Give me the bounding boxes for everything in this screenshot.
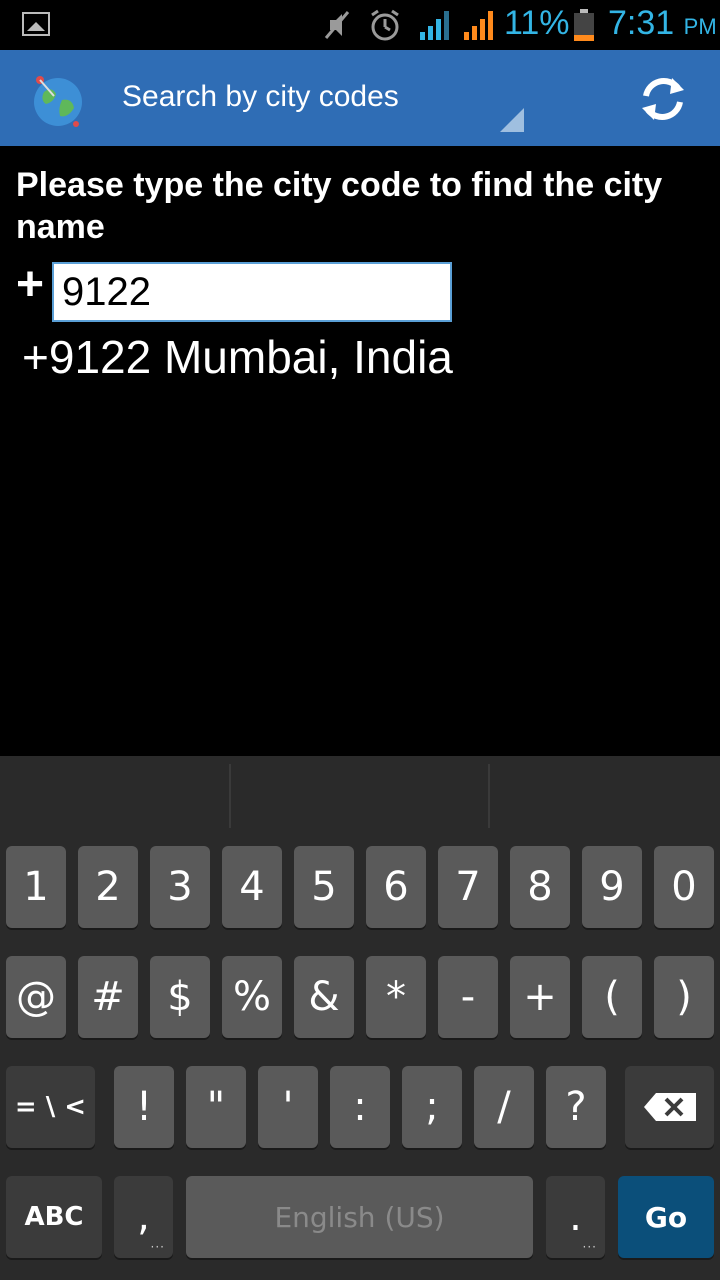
- key-left-paren[interactable]: (: [582, 956, 642, 1038]
- key-dollar[interactable]: $: [150, 956, 210, 1038]
- search-result: +9122 Mumbai, India: [22, 331, 453, 383]
- key-2[interactable]: 2: [78, 846, 138, 928]
- key-abc[interactable]: ABC: [6, 1176, 102, 1258]
- key-0[interactable]: 0: [654, 846, 714, 928]
- key-comma[interactable]: , ···: [114, 1176, 173, 1258]
- key-1[interactable]: 1: [6, 846, 66, 928]
- key-space[interactable]: English (US): [186, 1176, 533, 1258]
- soft-keyboard: 1234567890 @ # $% & * - +() = \ < ! " ':; /? ABC …: [0, 756, 720, 1280]
- key-apostrophe[interactable]: ': [258, 1066, 318, 1148]
- key-4[interactable]: 4: [222, 846, 282, 928]
- key-colon[interactable]: :: [330, 1066, 390, 1148]
- key-comma-more-dots: ···: [150, 1240, 165, 1254]
- instruction-text: Please type the city code to find the ci…: [16, 166, 663, 246]
- key-question[interactable]: ?: [546, 1066, 606, 1148]
- backspace-icon: [643, 1093, 696, 1121]
- plus-prefix: +: [16, 258, 45, 311]
- key-go[interactable]: Go: [618, 1176, 714, 1258]
- page-title[interactable]: Search by city codes: [122, 80, 399, 114]
- battery-icon: [574, 9, 594, 41]
- key-6[interactable]: 6: [366, 846, 426, 928]
- key-double-quote[interactable]: ": [186, 1066, 246, 1148]
- alarm-icon: [371, 9, 399, 41]
- key-5[interactable]: 5: [294, 846, 354, 928]
- suggestion-divider: [229, 764, 231, 828]
- key-comma-label: ,: [137, 1194, 150, 1240]
- suggestion-strip: [0, 756, 720, 830]
- clock-ampm: PM: [683, 14, 717, 39]
- key-9[interactable]: 9: [582, 846, 642, 928]
- key-semicolon[interactable]: ;: [402, 1066, 462, 1148]
- key-3[interactable]: 3: [150, 846, 210, 928]
- city-code-input[interactable]: [52, 262, 452, 322]
- key-asterisk[interactable]: *: [366, 956, 426, 1038]
- battery-percent: 11%: [504, 4, 570, 42]
- key-hash[interactable]: #: [78, 956, 138, 1038]
- key-7[interactable]: 7: [438, 846, 498, 928]
- key-slash[interactable]: /: [474, 1066, 534, 1148]
- clock-time: 7:31: [608, 4, 675, 42]
- key-minus[interactable]: -: [438, 956, 498, 1038]
- key-backspace[interactable]: [625, 1066, 714, 1148]
- image-icon: [22, 12, 50, 36]
- spinner-indicator-icon[interactable]: [500, 108, 524, 132]
- key-period[interactable]: . ···: [546, 1176, 605, 1258]
- globe-icon[interactable]: [26, 70, 86, 130]
- key-plus[interactable]: +: [510, 956, 570, 1038]
- key-right-paren[interactable]: ): [654, 956, 714, 1038]
- key-8[interactable]: 8: [510, 846, 570, 928]
- key-percent[interactable]: %: [222, 956, 282, 1038]
- refresh-icon[interactable]: [636, 72, 690, 126]
- key-at[interactable]: @: [6, 956, 66, 1038]
- action-bar: Search by city codes: [0, 50, 720, 146]
- key-ampersand[interactable]: &: [294, 956, 354, 1038]
- mute-icon: [324, 11, 350, 39]
- signal-icon: [420, 11, 449, 40]
- clock: 7:31 PM: [608, 4, 717, 43]
- suggestion-divider: [488, 764, 490, 828]
- key-period-more-dots: ···: [582, 1240, 597, 1254]
- status-bar: 11% 7:31 PM: [0, 0, 720, 50]
- key-more-symbols[interactable]: = \ <: [6, 1066, 95, 1148]
- key-exclamation[interactable]: !: [114, 1066, 174, 1148]
- key-period-label: .: [569, 1194, 582, 1240]
- signal-icon: [464, 11, 493, 40]
